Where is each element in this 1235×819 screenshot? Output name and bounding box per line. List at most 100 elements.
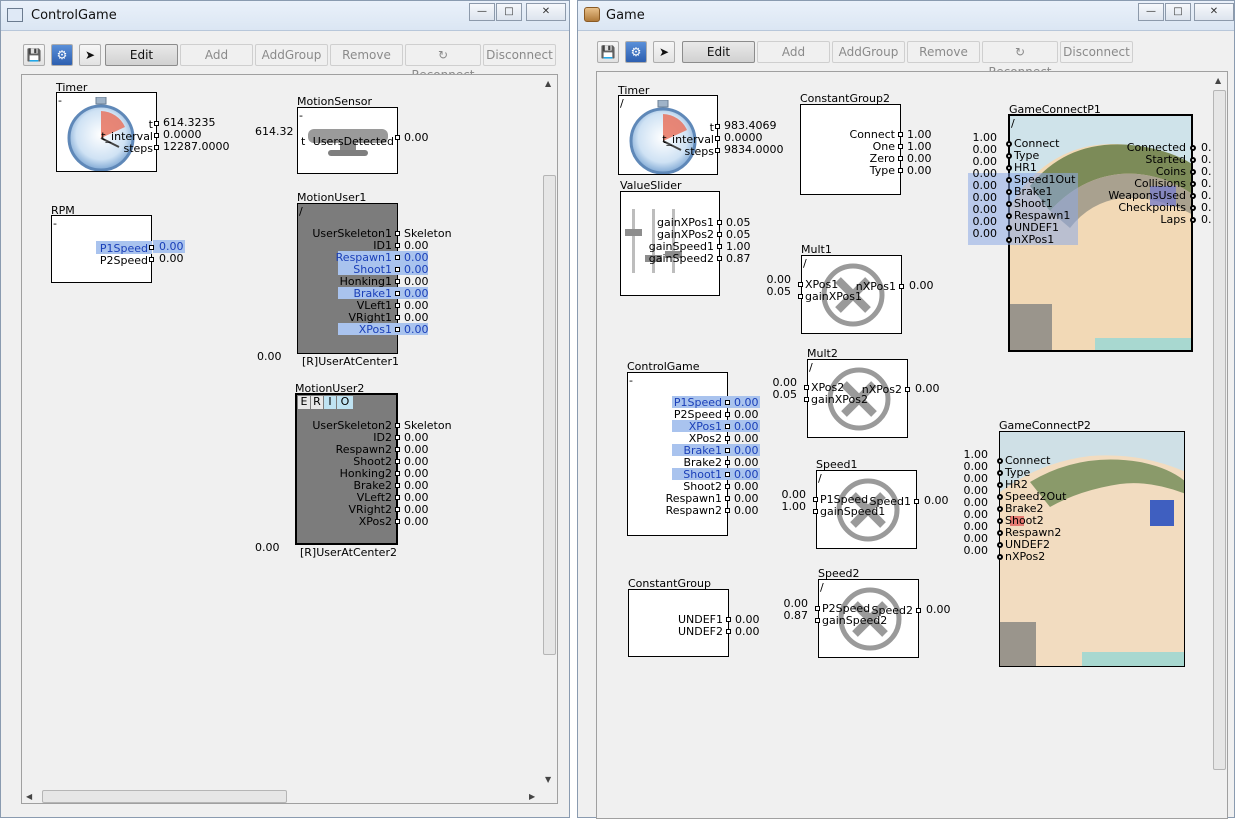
output-port[interactable] bbox=[725, 484, 730, 489]
minimize-button[interactable]: — bbox=[469, 3, 495, 21]
scroll-left-arrow-icon[interactable]: ◀ bbox=[26, 792, 32, 801]
output-port[interactable] bbox=[1190, 181, 1196, 187]
input-port[interactable] bbox=[815, 606, 820, 611]
port[interactable] bbox=[149, 245, 154, 250]
output-port[interactable] bbox=[395, 231, 400, 236]
edit-button[interactable]: Edit bbox=[682, 41, 755, 63]
output-port[interactable] bbox=[1190, 145, 1196, 151]
output-port[interactable] bbox=[395, 327, 400, 332]
maximize-button[interactable]: □ bbox=[496, 3, 522, 21]
scroll-up-arrow-icon[interactable]: ▲ bbox=[1215, 76, 1221, 85]
tab-e[interactable]: E bbox=[298, 396, 310, 409]
output-port[interactable] bbox=[726, 629, 731, 634]
output-port[interactable] bbox=[1190, 193, 1196, 199]
save-icon[interactable]: 💾 bbox=[597, 41, 619, 63]
minimize-button[interactable]: — bbox=[1138, 3, 1164, 21]
output-port[interactable] bbox=[395, 519, 400, 524]
output-port[interactable] bbox=[725, 508, 730, 513]
output-port[interactable] bbox=[916, 608, 921, 613]
input-port[interactable] bbox=[1006, 213, 1012, 219]
save-icon[interactable]: 💾 bbox=[23, 44, 45, 66]
output-port[interactable] bbox=[395, 255, 400, 260]
input-port[interactable] bbox=[997, 482, 1003, 488]
input-port[interactable] bbox=[804, 397, 809, 402]
input-port[interactable] bbox=[804, 385, 809, 390]
horizontal-scroll-thumb[interactable] bbox=[42, 790, 287, 803]
close-button[interactable]: ✕ bbox=[1194, 3, 1234, 21]
output-port[interactable] bbox=[1190, 157, 1196, 163]
settings-gear-icon[interactable]: ⚙ bbox=[625, 41, 647, 63]
remove-button[interactable]: Remove bbox=[330, 44, 403, 66]
scroll-down-arrow-icon[interactable]: ▼ bbox=[545, 775, 551, 784]
port[interactable] bbox=[149, 257, 154, 262]
remove-button[interactable]: Remove bbox=[907, 41, 980, 63]
input-port[interactable] bbox=[1006, 165, 1012, 171]
input-port[interactable] bbox=[813, 497, 818, 502]
input-port[interactable] bbox=[997, 494, 1003, 500]
maximize-button[interactable]: □ bbox=[1165, 3, 1191, 21]
input-port[interactable] bbox=[997, 458, 1003, 464]
input-port[interactable] bbox=[798, 294, 803, 299]
input-port[interactable] bbox=[997, 506, 1003, 512]
output-port[interactable] bbox=[725, 460, 730, 465]
output-port[interactable] bbox=[1190, 205, 1196, 211]
output-port[interactable] bbox=[395, 279, 400, 284]
output-port[interactable] bbox=[898, 144, 903, 149]
input-port[interactable] bbox=[1006, 141, 1012, 147]
input-port[interactable] bbox=[997, 530, 1003, 536]
disconnect-button[interactable]: Disconnect bbox=[1060, 41, 1133, 63]
output-port[interactable] bbox=[914, 499, 919, 504]
settings-gear-icon[interactable]: ⚙ bbox=[51, 44, 73, 66]
input-port[interactable] bbox=[997, 554, 1003, 560]
left-canvas[interactable]: Timer - t t_interval steps 614.3235 0.00… bbox=[21, 74, 558, 804]
output-port[interactable] bbox=[725, 436, 730, 441]
disconnect-button[interactable]: Disconnect bbox=[483, 44, 556, 66]
output-port[interactable] bbox=[899, 284, 904, 289]
motionsensor-node[interactable]: - t UsersDetected bbox=[297, 107, 398, 174]
reconnect-button[interactable]: ↻ Reconnect bbox=[405, 44, 481, 82]
connect-icon[interactable]: ➤ bbox=[653, 41, 675, 63]
output-port[interactable] bbox=[395, 291, 400, 296]
output-port[interactable] bbox=[725, 472, 730, 477]
port[interactable] bbox=[715, 148, 720, 153]
output-port[interactable] bbox=[898, 132, 903, 137]
timer-node[interactable]: - t t_interval steps bbox=[56, 92, 157, 172]
input-port[interactable] bbox=[1006, 237, 1012, 243]
output-port[interactable] bbox=[898, 168, 903, 173]
tab-i[interactable]: I bbox=[324, 396, 336, 409]
output-port[interactable] bbox=[395, 243, 400, 248]
output-port[interactable] bbox=[726, 617, 731, 622]
add-button[interactable]: Add bbox=[757, 41, 830, 63]
port[interactable] bbox=[395, 135, 400, 140]
port[interactable] bbox=[154, 133, 159, 138]
output-port[interactable] bbox=[395, 483, 400, 488]
edit-button[interactable]: Edit bbox=[105, 44, 178, 66]
vertical-scroll-thumb[interactable] bbox=[543, 175, 556, 655]
scroll-up-arrow-icon[interactable]: ▲ bbox=[545, 79, 551, 88]
connect-icon[interactable]: ➤ bbox=[79, 44, 101, 66]
input-port[interactable] bbox=[815, 618, 820, 623]
output-port[interactable] bbox=[1190, 169, 1196, 175]
close-button[interactable]: ✕ bbox=[526, 3, 566, 21]
output-port[interactable] bbox=[395, 447, 400, 452]
output-port[interactable] bbox=[395, 267, 400, 272]
input-port[interactable] bbox=[997, 542, 1003, 548]
vertical-scrollbar[interactable]: ▲ ▼ bbox=[541, 75, 557, 788]
output-port[interactable] bbox=[395, 435, 400, 440]
output-port[interactable] bbox=[725, 412, 730, 417]
output-port[interactable] bbox=[717, 244, 722, 249]
input-port[interactable] bbox=[798, 282, 803, 287]
reconnect-button[interactable]: ↻ Reconnect bbox=[982, 41, 1058, 79]
output-port[interactable] bbox=[898, 156, 903, 161]
addgroup-button[interactable]: AddGroup bbox=[832, 41, 905, 63]
input-port[interactable] bbox=[1006, 177, 1012, 183]
add-button[interactable]: Add bbox=[180, 44, 253, 66]
input-port[interactable] bbox=[813, 509, 818, 514]
input-port[interactable] bbox=[997, 470, 1003, 476]
output-port[interactable] bbox=[725, 424, 730, 429]
input-port[interactable] bbox=[1006, 189, 1012, 195]
horizontal-scrollbar[interactable]: ◀ ▶ bbox=[22, 788, 541, 803]
input-port[interactable] bbox=[1006, 153, 1012, 159]
scroll-right-arrow-icon[interactable]: ▶ bbox=[529, 792, 535, 801]
input-port[interactable] bbox=[1006, 225, 1012, 231]
